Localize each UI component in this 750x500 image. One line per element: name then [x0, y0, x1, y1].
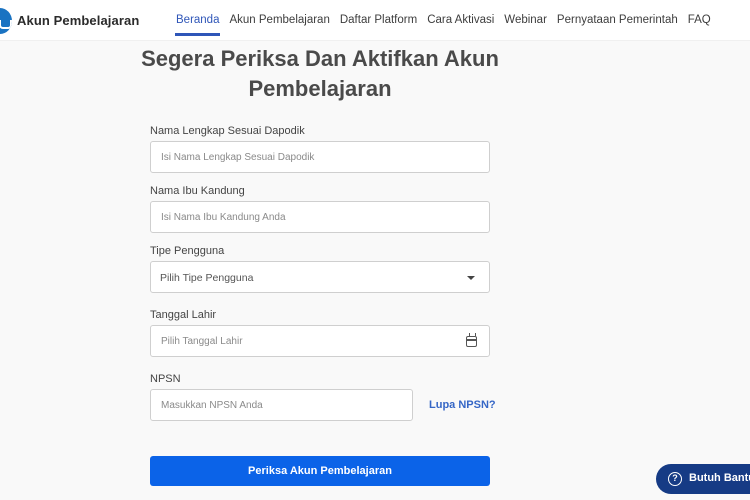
npsn-field-wrapper — [150, 389, 413, 421]
nama-lengkap-label: Nama Lengkap Sesuai Dapodik — [150, 125, 305, 137]
chevron-down-icon — [467, 276, 475, 280]
tipe-pengguna-label: Tipe Pengguna — [150, 245, 225, 257]
nama-lengkap-input[interactable] — [151, 142, 489, 172]
tanggal-lahir-field-wrapper — [150, 325, 490, 357]
nav-item-cara-aktivasi[interactable]: Cara Aktivasi — [422, 0, 499, 40]
site-header: Akun Pembelajaran Beranda Akun Pembelaja… — [0, 0, 750, 41]
tipe-pengguna-select[interactable]: Pilih Tipe Pengguna — [150, 261, 490, 293]
tipe-pengguna-selected: Pilih Tipe Pengguna — [160, 272, 254, 284]
help-button-label: Butuh Bantuan? — [689, 472, 750, 484]
nama-ibu-input[interactable] — [151, 202, 489, 232]
nama-lengkap-field-wrapper — [150, 141, 490, 173]
npsn-input[interactable] — [151, 390, 412, 420]
forgot-npsn-link[interactable]: Lupa NPSN? — [429, 399, 496, 411]
nav-item-daftar-platform[interactable]: Daftar Platform — [335, 0, 422, 40]
calendar-icon[interactable] — [466, 333, 477, 347]
nav-item-webinar[interactable]: Webinar — [499, 0, 552, 40]
question-circle-icon: ? — [668, 472, 682, 486]
page-title: Segera Periksa Dan Aktifkan Akun Pembela… — [141, 46, 499, 101]
help-button[interactable]: ? Butuh Bantuan? — [656, 464, 750, 494]
nav-item-pernyataan-pemerintah[interactable]: Pernyataan Pemerintah — [552, 0, 683, 40]
nama-ibu-field-wrapper — [150, 201, 490, 233]
check-account-button[interactable]: Periksa Akun Pembelajaran — [150, 456, 490, 486]
npsn-label: NPSN — [150, 373, 181, 385]
nama-ibu-label: Nama Ibu Kandung — [150, 185, 245, 197]
nav-item-beranda[interactable]: Beranda — [171, 0, 224, 40]
logo-icon[interactable] — [0, 8, 12, 34]
tanggal-lahir-input[interactable] — [151, 326, 489, 356]
tanggal-lahir-label: Tanggal Lahir — [150, 309, 217, 321]
main-nav: Beranda Akun Pembelajaran Daftar Platfor… — [171, 0, 716, 40]
nav-item-faq[interactable]: FAQ — [683, 0, 716, 40]
brand-name[interactable]: Akun Pembelajaran — [17, 13, 139, 28]
nav-item-akun-pembelajaran[interactable]: Akun Pembelajaran — [224, 0, 334, 40]
